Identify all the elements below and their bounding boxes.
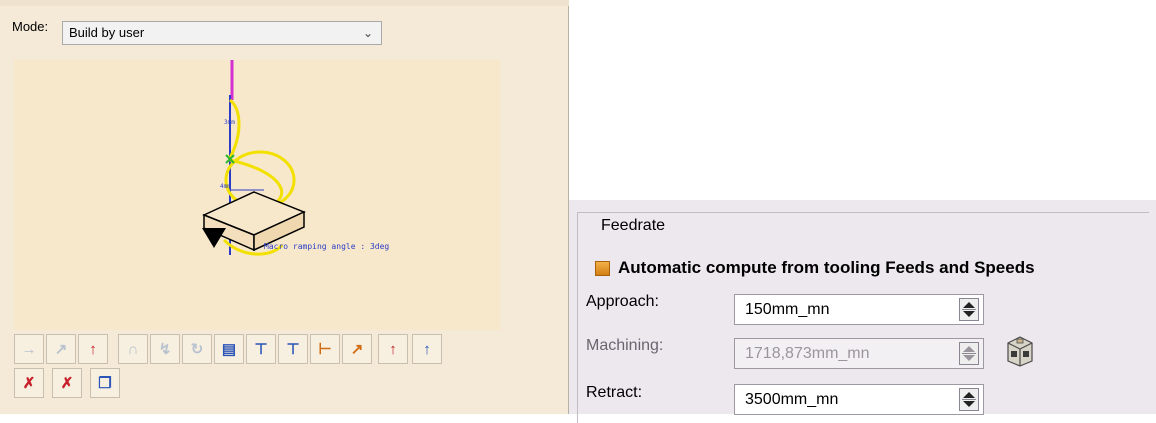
remove-motion-icon[interactable]: ✗ <box>14 368 44 398</box>
tool-axis-up-icon[interactable]: ↑ <box>378 334 408 364</box>
retract-field[interactable]: 3500mm_mn <box>734 384 984 415</box>
feedrate-panel: Feedrate Automatic compute from tooling … <box>569 200 1156 423</box>
mode-label: Mode: <box>12 19 49 34</box>
tool-tip-icon <box>202 228 226 248</box>
spin-up-icon <box>963 392 975 398</box>
macro-preview-viewport[interactable]: 3mm 4mm Macro ramping angle : 3deg <box>14 60 500 330</box>
auto-compute-checkbox[interactable] <box>595 260 610 276</box>
spin-up-icon <box>963 302 975 308</box>
ramping-angle-annotation: Macro ramping angle : 3deg <box>264 242 389 251</box>
spin-down-icon <box>963 355 975 361</box>
approach-spinner[interactable] <box>959 298 979 321</box>
tangent-motion-icon[interactable]: → <box>14 334 44 364</box>
text-axis-motion-icon[interactable]: ↑ <box>78 334 108 364</box>
helix-motion-icon[interactable]: ↻ <box>182 334 212 364</box>
auto-compute-row[interactable]: Automatic compute from tooling Feeds and… <box>595 258 1035 278</box>
approach-value: 150mm_mn <box>745 301 830 318</box>
goto-point-icon[interactable]: ↗ <box>342 334 372 364</box>
auto-compute-label: Automatic compute from tooling Feeds and… <box>618 258 1035 277</box>
spin-up-icon <box>963 346 975 352</box>
retract-label: Retract: <box>586 384 643 401</box>
tool-axis-icon[interactable]: ↑ <box>412 334 442 364</box>
upper-path-curve <box>228 98 241 159</box>
retract-value: 3500mm_mn <box>745 391 839 408</box>
spin-down-icon <box>963 401 975 407</box>
panel-top-edge <box>0 0 569 6</box>
macro-preview-graphic: 3mm 4mm Macro ramping angle : 3deg <box>202 60 389 256</box>
machining-spinner[interactable] <box>959 342 979 365</box>
remove-all-motions-icon[interactable]: ✗ <box>52 368 82 398</box>
feeds-speeds-toolbox-icon[interactable] <box>1005 333 1035 367</box>
perpendicular-plane-icon[interactable]: ⊤ <box>246 334 276 364</box>
annotation-small-2: 4mm <box>220 183 231 190</box>
chevron-down-icon: ⌄ <box>362 26 373 40</box>
circular-motion-icon[interactable]: ∩ <box>118 334 148 364</box>
macro-definition-panel: Mode: Build by user ⌄ 3mm 4mm Macro ramp… <box>0 0 569 414</box>
approach-label: Approach: <box>586 293 659 310</box>
mode-dropdown[interactable]: Build by user ⌄ <box>62 21 382 45</box>
machining-value: 1718,873mm_mn <box>745 345 870 362</box>
mode-dropdown-value: Build by user <box>69 25 145 40</box>
feedrate-group: Feedrate Automatic compute from tooling … <box>577 212 1149 423</box>
document-motion-icon[interactable]: ▤ <box>214 334 244 364</box>
approach-field[interactable]: 150mm_mn <box>734 294 984 325</box>
machining-field[interactable]: 1718,873mm_mn <box>734 338 984 369</box>
retract-spinner[interactable] <box>959 388 979 411</box>
copy-motion-icon[interactable]: ❐ <box>90 368 120 398</box>
machining-label: Machining: <box>586 337 664 354</box>
ramping-motion-icon[interactable]: ↯ <box>150 334 180 364</box>
annotation-small-1: 3mm <box>224 119 235 126</box>
spin-down-icon <box>963 311 975 317</box>
motion-toolbar: → ↗ ↑ ∩ ↯ ↻ ▤ ⊤ ⊤ ⊢ ↗ ↑ ↑ ✗ ✗ ❐ <box>14 332 510 412</box>
axis-plane-icon[interactable]: ⊤ <box>278 334 308 364</box>
normal-motion-icon[interactable]: ↗ <box>46 334 76 364</box>
line-normal-icon[interactable]: ⊢ <box>310 334 340 364</box>
feedrate-title: Feedrate <box>595 217 672 235</box>
